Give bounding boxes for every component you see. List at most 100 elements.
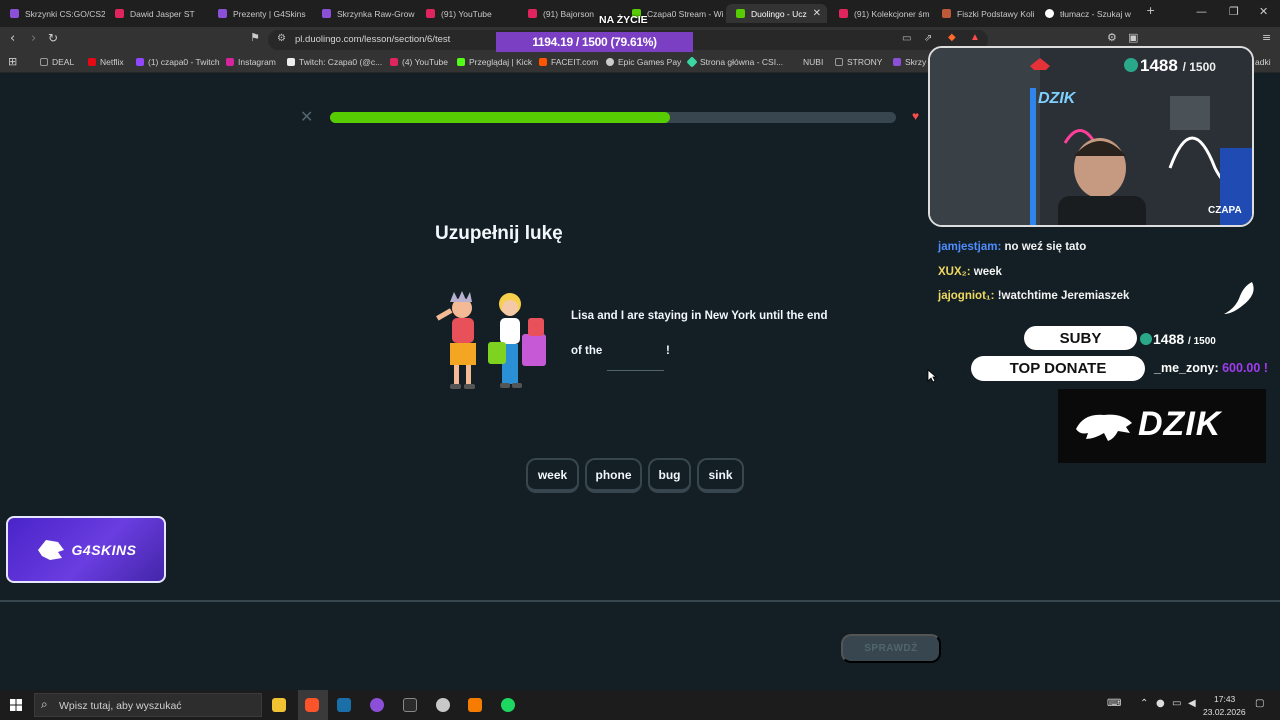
boar-icon: [1076, 414, 1132, 441]
browser-tab[interactable]: tłumacz - Szukaj w: [1035, 4, 1138, 23]
gem-icon: [1140, 333, 1152, 345]
network-icon[interactable]: ▭: [1172, 698, 1181, 709]
na-zycie-label: NA ŻYCIE: [599, 14, 648, 26]
app-icon[interactable]: [370, 698, 384, 712]
apps-grid-icon[interactable]: ⊞: [8, 55, 17, 68]
app-icon[interactable]: [468, 698, 482, 712]
epic-games-icon[interactable]: [403, 698, 417, 712]
tab-favicon-icon: [426, 9, 435, 18]
tab-favicon-icon: [528, 9, 537, 18]
tiktok-icon: [287, 58, 295, 66]
chat-message: jamjestjam: no weź się tato: [938, 241, 1086, 253]
new-tab-button[interactable]: +: [1146, 4, 1155, 17]
brave-shield-icon[interactable]: ◆: [948, 32, 956, 43]
stream-xp-bar: 1194.19 / 1500 (79.61%): [496, 32, 693, 52]
share-icon[interactable]: ⇗: [924, 33, 932, 44]
tab-favicon-icon: [218, 9, 227, 18]
subs-counter: 1488 / 1500: [1153, 331, 1216, 347]
word-option-week[interactable]: week: [526, 458, 579, 493]
globe-icon: [606, 58, 614, 66]
tray-chevron-icon[interactable]: ⌃: [1140, 698, 1148, 709]
site-info-icon[interactable]: ⚙: [277, 33, 286, 44]
rewards-icon[interactable]: ▲: [970, 32, 980, 43]
chat-username: jamjestjam:: [938, 241, 1002, 253]
browser-tab[interactable]: Fiszki Podstawy Koli: [932, 4, 1035, 23]
bookmark-item[interactable]: (1) czapa0 - Twitch: [136, 57, 220, 67]
chat-bubble-tail-icon: [1224, 282, 1254, 314]
bookmark-item[interactable]: FACEIT.com: [539, 57, 598, 67]
prompt-sentence-line1: Lisa and I are staying in New York until…: [571, 310, 828, 322]
close-lesson-icon[interactable]: ✕: [300, 107, 313, 126]
bookmark-item[interactable]: STRONY: [835, 57, 882, 67]
check-button[interactable]: SPRAWDŹ: [841, 634, 941, 663]
search-icon: ⌕: [41, 697, 48, 711]
chat-text: !watchtime Jeremiaszek: [997, 290, 1130, 302]
webcam-sub-count: 1488: [1140, 56, 1178, 75]
answer-blank[interactable]: [607, 370, 664, 371]
menu-icon[interactable]: ≡: [1262, 31, 1271, 44]
netflix-icon: [88, 58, 96, 66]
stream-chat: jamjestjam: no weź się tato XUX₂: week j…: [930, 227, 1250, 313]
microphone-icon[interactable]: ●: [1156, 698, 1165, 709]
close-window-icon[interactable]: ✕: [1259, 5, 1268, 18]
browser-tab[interactable]: Prezenty | G4Skins: [208, 4, 311, 23]
tab-favicon-icon: [322, 9, 331, 18]
bookmark-item[interactable]: Epic Games Pay: [606, 57, 681, 67]
word-option-phone[interactable]: phone: [585, 458, 642, 493]
browser-tab[interactable]: Skrzynki CS:GO/CS2: [0, 4, 105, 23]
word-option-sink[interactable]: sink: [697, 458, 744, 493]
browser-tab[interactable]: Dawid Jasper ST: [105, 4, 208, 23]
tab-favicon-icon: [1045, 9, 1054, 18]
webcam-sub-total: / 1500: [1182, 60, 1216, 74]
browser-tab[interactable]: (91) YouTube: [416, 4, 519, 23]
bookmark-item[interactable]: Skrzy: [893, 57, 926, 67]
bookmark-item[interactable]: DEAL: [40, 57, 74, 67]
bookmark-item[interactable]: NUBI: [803, 57, 823, 67]
extensions-icon[interactable]: ⚙: [1107, 31, 1117, 44]
steam-icon[interactable]: [337, 698, 351, 712]
notifications-icon[interactable]: ▢: [1255, 698, 1264, 709]
screen-icon[interactable]: ▭: [902, 33, 911, 44]
subs-total: / 1500: [1188, 336, 1216, 347]
brave-browser-icon[interactable]: [305, 698, 319, 712]
wallet-icon[interactable]: ▣: [1128, 31, 1138, 44]
bookmark-item[interactable]: Instagram: [226, 57, 276, 67]
taskbar-search[interactable]: ⌕ Wpisz tutaj, aby wyszukać: [34, 693, 262, 717]
close-tab-icon[interactable]: ✕: [813, 8, 821, 19]
forward-icon[interactable]: ›: [31, 31, 36, 46]
lesson-progress-bar: [330, 112, 896, 123]
bookmark-item[interactable]: Netflix: [88, 57, 124, 67]
minimize-icon[interactable]: —: [1196, 5, 1207, 18]
browser-tab[interactable]: (91) Kolekcjoner śm: [829, 4, 932, 23]
chat-username: XUX₂:: [938, 266, 971, 278]
bookmark-item[interactable]: Przeglądaj | Kick: [457, 57, 532, 67]
volume-icon[interactable]: ◀: [1188, 698, 1196, 709]
tab-favicon-icon: [115, 9, 124, 18]
top-donor-name: _me_zony:: [1154, 361, 1219, 375]
bookmark-icon[interactable]: ⚑: [250, 31, 260, 44]
skrzynki-icon: [893, 58, 901, 66]
clock-time[interactable]: 17:43: [1214, 694, 1235, 704]
reload-icon[interactable]: ↻: [48, 31, 58, 45]
bookmark-item[interactable]: Strona główna - CSI...: [686, 56, 783, 68]
bookmark-item[interactable]: adki: [1255, 57, 1271, 67]
chrome-icon[interactable]: [436, 698, 450, 712]
tab-favicon-icon: [736, 9, 745, 18]
bookmark-item[interactable]: (4) YouTube: [390, 57, 448, 67]
back-icon[interactable]: ‹: [10, 31, 15, 46]
spotify-icon[interactable]: [501, 698, 515, 712]
windows-taskbar: ⌕ Wpisz tutaj, aby wyszukać ⌨ ⌃ ● ▭ ◀ 17…: [0, 690, 1280, 720]
bookmark-item[interactable]: Twitch: Czapa0 (@c...: [287, 57, 382, 67]
clock-date[interactable]: 23.02.2026: [1203, 707, 1246, 717]
g4skins-sponsor-banner: G4SKINS: [6, 516, 166, 583]
word-option-bug[interactable]: bug: [648, 458, 691, 493]
dzik-wordmark: DZIK: [1138, 405, 1222, 443]
top-donor: _me_zony: 600.00 !: [1154, 361, 1268, 375]
browser-tab-active[interactable]: Duolingo - Ucz ✕: [726, 4, 827, 23]
browser-tab[interactable]: Skrzynka Raw-Grow: [312, 4, 415, 23]
file-explorer-icon[interactable]: [272, 698, 286, 712]
keyboard-icon[interactable]: ⌨: [1107, 698, 1121, 709]
windows-start-icon[interactable]: [10, 699, 22, 711]
youtube-icon: [390, 58, 398, 66]
maximize-icon[interactable]: ❐: [1229, 5, 1239, 18]
